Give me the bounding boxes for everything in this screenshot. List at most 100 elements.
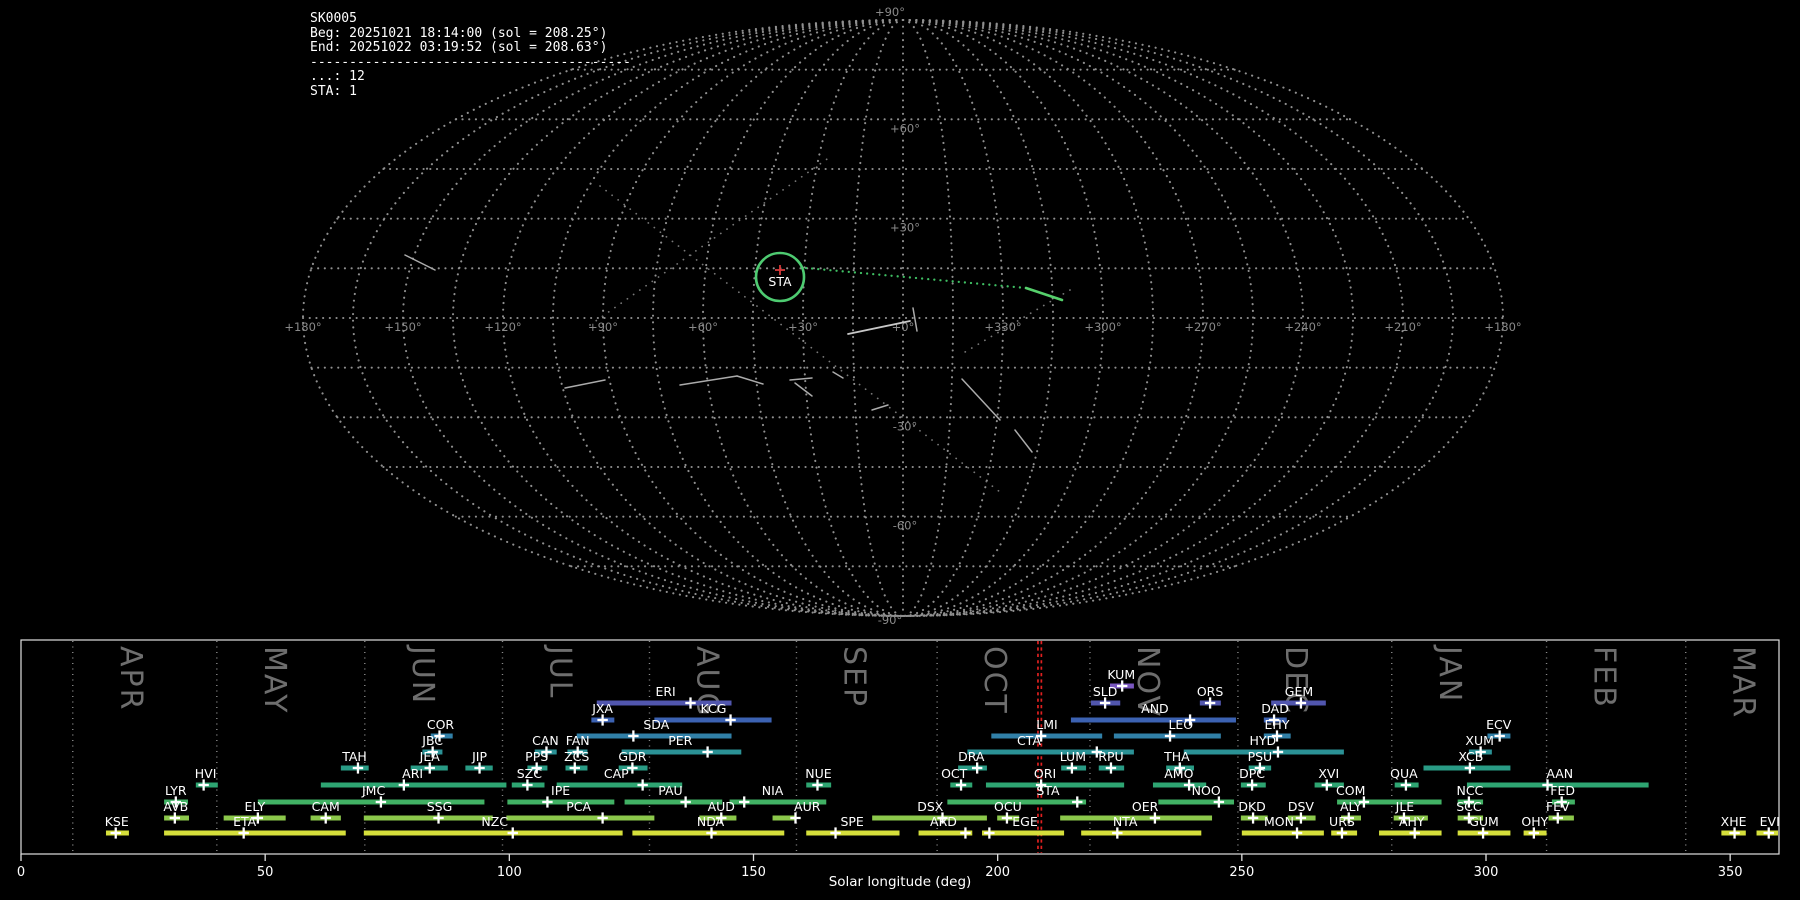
sta-trail-dot	[963, 281, 967, 284]
sta-trail-dot	[859, 271, 863, 275]
shower-label-SPE: SPE	[840, 814, 863, 829]
sta-trail-dot	[823, 268, 826, 271]
shower-label-FED: FED	[1550, 783, 1575, 798]
shower-label-DPC: DPC	[1239, 766, 1265, 781]
shower-label-FAN: FAN	[566, 733, 590, 748]
ecliptic-line	[599, 185, 1001, 493]
shower-label-XCB: XCB	[1458, 749, 1483, 764]
sta-trail-dot	[957, 280, 960, 284]
x-tick-label: 150	[741, 865, 766, 880]
lon-label: +120°	[484, 320, 521, 334]
sta-trail-dot	[939, 279, 942, 282]
lon-label: +180°	[1484, 320, 1521, 334]
begin-time-line: Beg: 20251021 18:14:00 (sol = 208.25°)	[310, 25, 608, 41]
radiant-label-STA: STA	[768, 274, 792, 289]
activity-timeline: Solar longitude (deg) APR MAY JUN JUL AUG SEP…	[17, 639, 1780, 890]
shower-label-HYD: HYD	[1249, 733, 1276, 748]
sta-trail-end	[1024, 286, 1064, 302]
meteor-trail	[871, 404, 889, 411]
sta-trail-dot	[890, 274, 893, 277]
shower-label-GEM: GEM	[1285, 684, 1313, 699]
shower-label-SLD: SLD	[1093, 684, 1118, 699]
sta-trail-dot	[969, 281, 973, 285]
sta-trail-dot	[804, 266, 808, 270]
shower-label-AUD: AUD	[708, 799, 735, 814]
x-tick-label: 250	[1229, 865, 1254, 880]
shower-bar-IPE	[507, 799, 615, 805]
month-label-MAR: MAR	[1726, 646, 1761, 719]
shower-label-DRA: DRA	[958, 749, 985, 764]
shower-label-KSE: KSE	[105, 814, 129, 829]
shower-label-CAM: CAM	[312, 799, 340, 814]
x-axis-title: Solar longitude (deg)	[829, 874, 972, 890]
shower-label-LMI: LMI	[1036, 717, 1057, 732]
shower-label-ORI: ORI	[1034, 766, 1056, 781]
shower-label-JXA: JXA	[591, 701, 613, 716]
shower-label-RPU: RPU	[1098, 749, 1123, 764]
x-tick-label: 200	[985, 865, 1010, 880]
sta-trail-dot	[1012, 285, 1015, 289]
shower-label-IPE: IPE	[551, 783, 570, 798]
shower-label-ERI: ERI	[655, 684, 675, 699]
pole-label-top: +90°	[875, 5, 905, 19]
lon-label: +150°	[384, 320, 421, 334]
shower-label-JLE: JLE	[1395, 799, 1415, 814]
shower-label-PCA: PCA	[566, 799, 591, 814]
shower-label-EVI: EVI	[1760, 814, 1780, 829]
shower-label-AUR: AUR	[794, 799, 821, 814]
shower-label-COR: COR	[427, 717, 455, 732]
shower-label-ALY: ALY	[1340, 799, 1362, 814]
month-label-MAY: MAY	[257, 646, 292, 714]
shower-bar-KCG	[654, 717, 772, 723]
shower-bar-MON	[1241, 830, 1324, 836]
shower-label-ARD: ARD	[930, 814, 957, 829]
shower-label-KUM: KUM	[1107, 667, 1135, 682]
shower-label-LEO: LEO	[1168, 717, 1193, 732]
shower-label-FEV: FEV	[1546, 799, 1570, 814]
meteor-station-plot: +180° +150° +120° +90° +60° +30° +0° +330° +300°…	[0, 0, 1800, 900]
shower-label-HVI: HVI	[195, 766, 217, 781]
shower-label-SCC: SCC	[1456, 799, 1482, 814]
x-tick-label: 0	[17, 865, 25, 880]
month-label-JUN: JUN	[405, 644, 440, 705]
month-label-OCT: OCT	[977, 646, 1012, 715]
shower-label-XHE: XHE	[1721, 814, 1747, 829]
sta-trail-dot	[945, 279, 948, 282]
shower-label-JEA: JEA	[419, 749, 441, 764]
sta-trail-dot	[914, 276, 918, 280]
shower-label-CTA: CTA	[1017, 733, 1041, 748]
shower-label-ARI: ARI	[402, 766, 423, 781]
map-meridian	[751, 18, 905, 618]
sta-trail-dot	[1018, 286, 1022, 289]
lat-label: +60°	[890, 121, 920, 135]
station-id: SK0005	[310, 11, 357, 26]
ecliptic-line	[589, 156, 831, 326]
shower-label-STA: STA	[1036, 783, 1060, 798]
shower-label-OCU: OCU	[994, 799, 1022, 814]
sta-trail-dot	[810, 267, 814, 270]
meteor-trail	[679, 375, 738, 386]
lon-label: +180°	[284, 320, 321, 334]
lon-label: +270°	[1184, 320, 1221, 334]
meteor-trail	[961, 378, 1001, 421]
shower-label-NZC: NZC	[481, 814, 508, 829]
shower-label-AMO: AMO	[1164, 766, 1193, 781]
shower-label-PPS: PPS	[525, 749, 548, 764]
sta-trail-dot	[1000, 284, 1003, 287]
shower-label-XUM: XUM	[1465, 733, 1494, 748]
shower-label-THA: THA	[1163, 749, 1190, 764]
shower-bar-PCA	[506, 815, 655, 821]
shower-label-SSG: SSG	[427, 799, 453, 814]
shower-label-NUE: NUE	[805, 766, 831, 781]
shower-label-LUM: LUM	[1060, 749, 1086, 764]
shower-label-CAP: CAP	[604, 766, 629, 781]
lon-label: +300°	[1084, 320, 1121, 334]
shower-count-line: STA: 1	[310, 83, 357, 99]
sta-trail-dot	[988, 283, 991, 286]
sta-trail-dot	[920, 277, 924, 280]
shower-label-EHY: EHY	[1265, 717, 1290, 732]
shower-bar-SDA	[576, 733, 732, 739]
shower-label-OHY: OHY	[1521, 814, 1548, 829]
shower-label-GDR: GDR	[618, 749, 646, 764]
shower-bar-SPE	[806, 830, 900, 836]
